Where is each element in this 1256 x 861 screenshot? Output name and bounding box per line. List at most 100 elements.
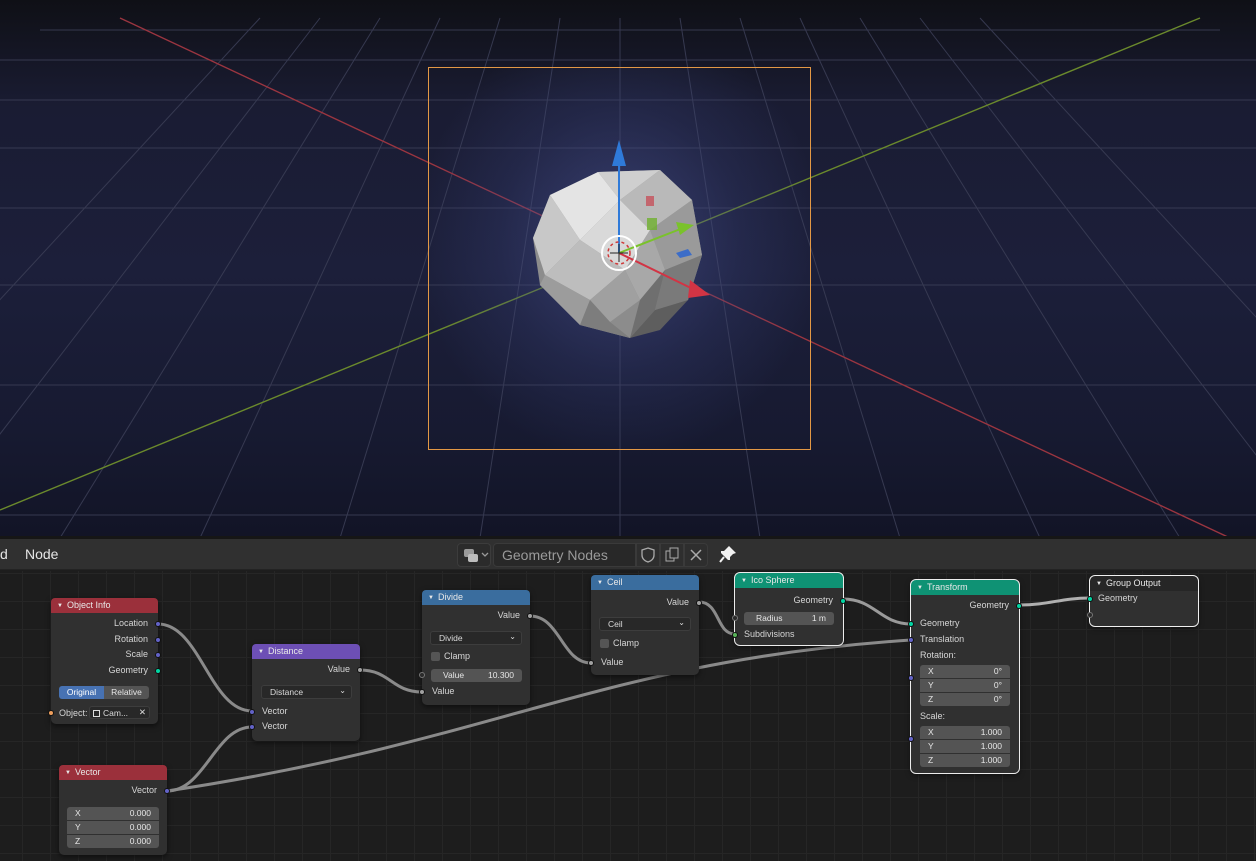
socket-scale[interactable]: [908, 736, 914, 742]
node-title: Transform: [926, 582, 968, 592]
axis-label: Z: [928, 755, 934, 765]
operation-dropdown[interactable]: Divide ⌄: [430, 631, 522, 645]
rotation-z-field[interactable]: Z 0°: [920, 693, 1010, 706]
fake-user-button[interactable]: [636, 543, 660, 567]
node-group-output[interactable]: ▼ Group Output Geometry: [1087, 575, 1199, 627]
mode-original-button[interactable]: Original: [59, 686, 104, 699]
axis-label: Z: [928, 694, 934, 704]
socket-rotation[interactable]: [908, 675, 914, 681]
socket-radius[interactable]: [732, 615, 738, 621]
axis-label: X: [75, 808, 81, 818]
socket-value[interactable]: [696, 600, 702, 606]
clamp-checkbox[interactable]: [431, 652, 440, 661]
input-vector-b: Vector: [262, 721, 288, 731]
rotation-y-field[interactable]: Y 0°: [920, 679, 1010, 692]
output-geometry: Geometry: [108, 665, 148, 675]
axis-value: 0°: [993, 666, 1002, 676]
value-label: Value: [443, 670, 465, 680]
clamp-label: Clamp: [613, 638, 640, 648]
output-value: Value: [497, 610, 520, 620]
node-object-info[interactable]: ▼ Object Info Location Rotation Scale Geo…: [48, 598, 161, 724]
pin-button[interactable]: [716, 543, 740, 567]
socket-vector-b[interactable]: [249, 724, 255, 730]
clamp-label: Clamp: [444, 651, 471, 661]
socket-vector[interactable]: [164, 788, 170, 794]
socket-scale[interactable]: [155, 652, 161, 658]
input-value: Value: [432, 686, 455, 696]
menu-node[interactable]: Node: [25, 546, 58, 562]
link-divide-ceil: [528, 614, 593, 665]
radius-field[interactable]: Radius 1 m: [744, 612, 834, 625]
duplicate-icon: [665, 547, 679, 562]
socket-rotation[interactable]: [155, 637, 161, 643]
socket-subdivisions[interactable]: [732, 632, 738, 638]
axis-label: Z: [75, 836, 81, 846]
node-ico-sphere[interactable]: ▼ Ico Sphere Geometry Radius 1 m Subdivisi…: [732, 572, 846, 646]
3d-viewport[interactable]: [0, 0, 1256, 538]
close-icon: [690, 549, 702, 561]
operation-value: Distance: [270, 687, 304, 697]
socket-empty[interactable]: [1087, 612, 1093, 618]
clear-object-icon[interactable]: ✕: [139, 707, 146, 718]
socket-value[interactable]: [357, 667, 363, 673]
node-tree-name-field[interactable]: Geometry Nodes: [493, 543, 636, 567]
output-scale: Scale: [125, 649, 148, 659]
menu-add-partial[interactable]: d: [0, 546, 8, 562]
duplicate-tree-button[interactable]: [660, 543, 684, 567]
clamp-checkbox[interactable]: [600, 639, 609, 648]
node-divide[interactable]: ▼ Divide Value Divide ⌄ Clamp Value 10.300 …: [419, 590, 533, 705]
socket-geometry[interactable]: [155, 668, 161, 674]
socket-vector-a[interactable]: [249, 709, 255, 715]
socket-geometry-out[interactable]: [1016, 603, 1022, 609]
socket-geometry[interactable]: [1087, 596, 1093, 602]
node-vector[interactable]: ▼ Vector Vector X 0.000 Y 0.000 Z 0.000: [59, 765, 170, 855]
object-label: Object:: [59, 708, 88, 718]
node-distance[interactable]: ▼ Distance Value Distance ⌄ Vector Vector: [249, 644, 363, 741]
node-title: Object Info: [66, 600, 111, 610]
value-field[interactable]: Value 10.300: [431, 669, 522, 682]
node-ceil[interactable]: ▼ Ceil Value Ceil ⌄ Clamp Value: [588, 575, 702, 675]
vector-x-field[interactable]: X 0.000: [67, 807, 159, 820]
node-transform[interactable]: ▼ Transform Geometry Geometry Translation…: [908, 579, 1022, 774]
node-title: Vector: [74, 767, 101, 777]
object-field[interactable]: Cam... ✕: [89, 706, 150, 719]
shield-icon: [641, 547, 655, 563]
node-editor-canvas[interactable]: ▼ Object Info Location Rotation Scale Geo…: [0, 571, 1256, 861]
input-translation: Translation: [920, 634, 965, 644]
socket-value[interactable]: [527, 613, 533, 619]
input-vector-a: Vector: [262, 706, 288, 716]
rotation-label: Rotation:: [920, 650, 957, 660]
socket-location[interactable]: [155, 621, 161, 627]
axis-value: 0.000: [129, 822, 151, 832]
object-value: Cam...: [103, 708, 129, 718]
socket-object[interactable]: [48, 710, 54, 716]
scale-z-field[interactable]: Z 1.000: [920, 754, 1010, 767]
socket-value-a[interactable]: [419, 672, 425, 678]
output-geometry: Geometry: [793, 595, 833, 605]
scale-y-field[interactable]: Y 1.000: [920, 740, 1010, 753]
socket-value[interactable]: [588, 660, 594, 666]
radius-label: Radius: [756, 613, 783, 623]
vector-z-field[interactable]: Z 0.000: [67, 835, 159, 848]
vector-y-field[interactable]: Y 0.000: [67, 821, 159, 834]
output-location: Location: [113, 618, 148, 628]
chevron-down-icon: ⌄: [339, 686, 346, 695]
socket-geometry-in[interactable]: [908, 621, 914, 627]
socket-translation[interactable]: [908, 637, 914, 643]
scale-x-field[interactable]: X 1.000: [920, 726, 1010, 739]
rotation-x-field[interactable]: X 0°: [920, 665, 1010, 678]
unlink-tree-button[interactable]: [684, 543, 708, 567]
operation-dropdown[interactable]: Distance ⌄: [261, 685, 352, 699]
axis-value: 1.000: [980, 755, 1002, 765]
axis-label: X: [928, 666, 934, 676]
input-subdivisions: Subdivisions: [744, 629, 795, 639]
socket-geometry[interactable]: [840, 598, 846, 604]
operation-dropdown[interactable]: Ceil ⌄: [599, 617, 691, 631]
node-tree-browse-button[interactable]: [457, 543, 491, 567]
socket-value-b[interactable]: [419, 689, 425, 695]
output-vector: Vector: [131, 785, 157, 795]
ico-sphere-object[interactable]: [0, 0, 1256, 538]
node-title: Distance: [267, 646, 303, 656]
output-rotation: Rotation: [114, 634, 148, 644]
mode-relative-button[interactable]: Relative: [104, 686, 149, 699]
